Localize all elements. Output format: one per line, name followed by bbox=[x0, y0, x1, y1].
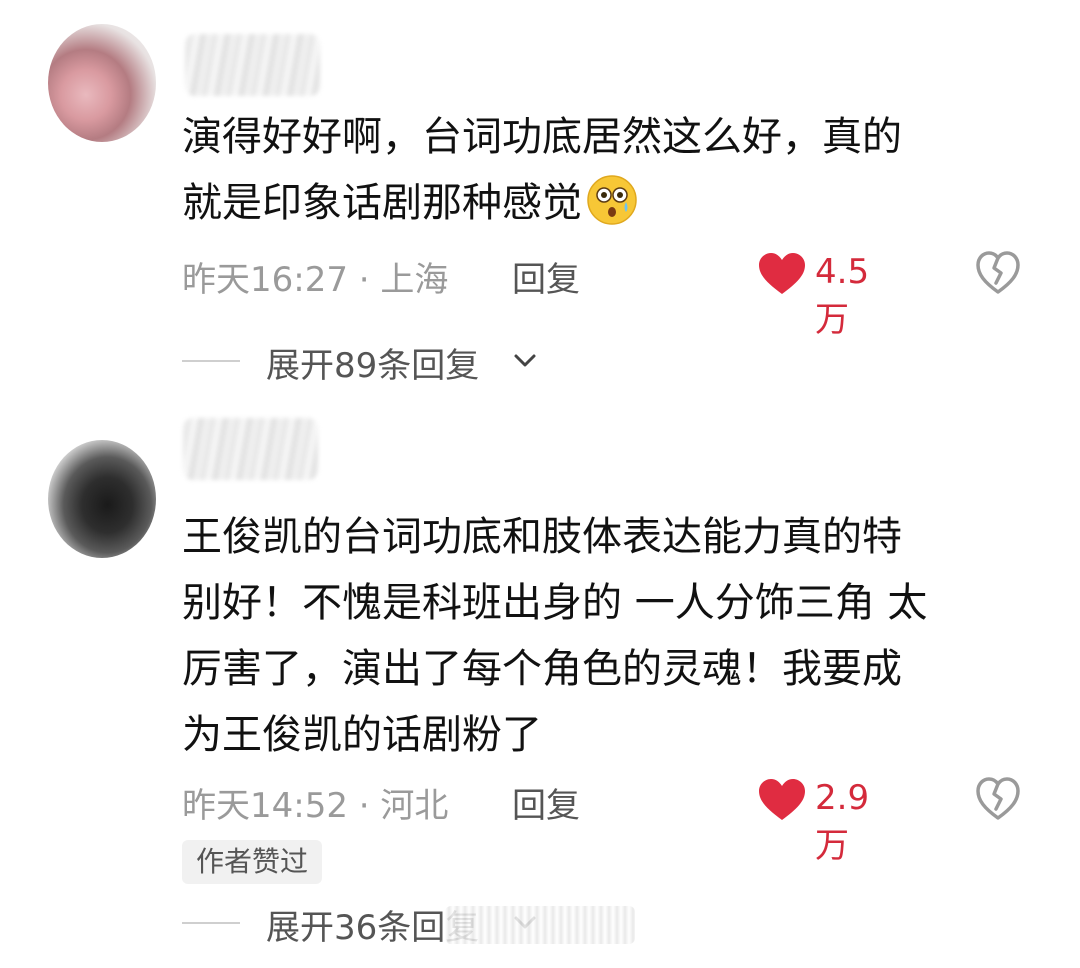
chevron-down-icon[interactable] bbox=[512, 348, 538, 374]
comment-time-location: 昨天16:27 · 上海 bbox=[182, 260, 449, 300]
username-blurred[interactable] bbox=[185, 34, 320, 96]
watermark-overlay bbox=[445, 906, 635, 944]
author-liked-badge: 作者赞过 bbox=[182, 840, 323, 884]
divider-line bbox=[182, 360, 240, 362]
divider-line bbox=[182, 922, 240, 924]
heart-icon[interactable] bbox=[757, 252, 807, 296]
reply-button[interactable]: 回复 bbox=[512, 252, 580, 301]
avatar[interactable] bbox=[48, 24, 156, 142]
broken-heart-icon[interactable] bbox=[975, 250, 1021, 296]
comment-text: 演得好好啊，台词功底居然这么好，真的 就是印象话剧那种感觉 bbox=[182, 114, 902, 226]
expand-replies-label[interactable]: 展开89条回复 bbox=[266, 338, 479, 387]
comment-meta: 昨天16:27 · 上海 回复 4.5万 bbox=[182, 246, 1042, 340]
comment-meta: 昨天14:52 · 河北 回复 2.9万 bbox=[182, 772, 1042, 866]
like-count: 4.5万 bbox=[815, 252, 870, 340]
reply-button[interactable]: 回复 bbox=[512, 778, 580, 827]
comment-time-location: 昨天14:52 · 河北 bbox=[182, 786, 449, 826]
username-blurred[interactable] bbox=[183, 418, 318, 480]
heart-icon[interactable] bbox=[757, 778, 807, 822]
avatar[interactable] bbox=[48, 440, 156, 558]
like-count: 2.9万 bbox=[815, 778, 870, 866]
flushed-face-emoji-icon bbox=[586, 174, 638, 226]
broken-heart-icon[interactable] bbox=[975, 776, 1021, 822]
comment-text: 王俊凯的台词功底和肢体表达能力真的特 别好！不愧是科班出身的 一人分饰三角 太 … bbox=[182, 514, 928, 758]
